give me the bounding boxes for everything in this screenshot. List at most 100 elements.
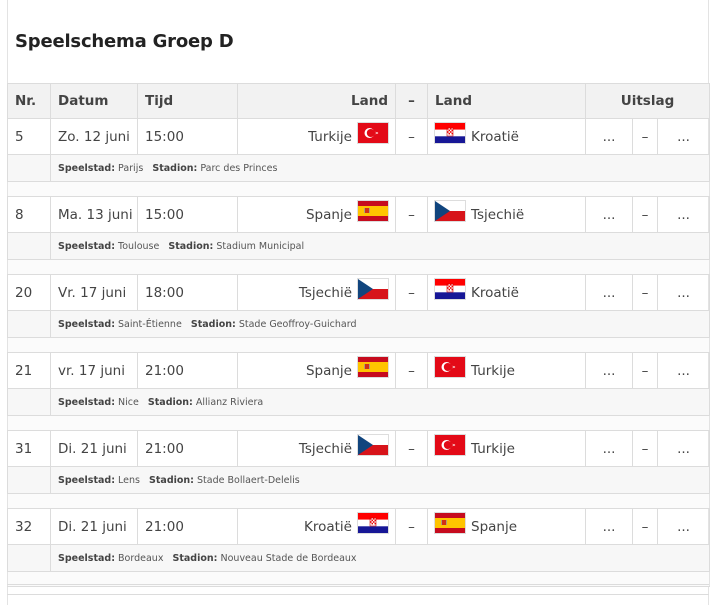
away-team-cell: Spanje (427, 508, 586, 545)
table-bottom-line (7, 594, 709, 595)
spacer-cell (7, 181, 710, 197)
czech-flag-icon (358, 434, 388, 455)
venue-cell: Speelstad: Nice Stadion: Allianz Riviera (50, 388, 710, 416)
match-row: 21 vr. 17 juni 21:00 Spanje – Turkije... –... (7, 352, 710, 389)
score-home: ... (585, 352, 633, 389)
match-dash: – (395, 118, 428, 155)
header-dash: – (395, 83, 428, 119)
match-row: 31 Di. 21 juni 21:00 Tsjechië – Turkije... –..… (7, 430, 710, 467)
score-separator: – (632, 274, 658, 311)
stadion-value: Stade Bollaert-Delelis (197, 474, 300, 486)
turkey-flag-icon (435, 434, 465, 455)
spacer-row (7, 415, 710, 431)
spacer-cell (7, 259, 710, 275)
away-team-name: Spanje (471, 518, 518, 535)
score-away: ... (657, 352, 710, 389)
match-nr: 8 (7, 196, 51, 233)
venue-spacer-cell (7, 310, 51, 338)
speelstad-label: Speelstad: (58, 318, 115, 330)
score-away: ... (657, 430, 710, 467)
venue-cell: Speelstad: Lens Stadion: Stade Bollaert-… (50, 466, 710, 494)
croatia-flag-icon (358, 512, 388, 533)
match-tijd: 21:00 (137, 352, 238, 389)
turkey-flag-icon (358, 122, 388, 143)
header-land-away: Land (427, 83, 586, 119)
score-home: ... (585, 430, 633, 467)
score-separator: – (632, 430, 658, 467)
match-row: 20 Vr. 17 juni 18:00 Tsjechië – Kroatië... –..… (7, 274, 710, 311)
score-away: ... (657, 118, 710, 155)
spain-flag-icon (358, 356, 388, 377)
away-team-cell: Kroatië (427, 118, 586, 155)
spain-flag-icon (358, 200, 388, 221)
venue-spacer-cell (7, 154, 51, 182)
header-tijd: Tijd (137, 83, 238, 119)
stadion-label: Stadion: (152, 162, 198, 174)
match-datum: Zo. 12 juni (50, 118, 138, 155)
score-home: ... (585, 118, 633, 155)
croatia-flag-icon (435, 278, 465, 299)
spain-flag-icon (435, 512, 465, 533)
stadion-label: Stadion: (168, 240, 214, 252)
czech-flag-icon (435, 200, 465, 221)
venue-row: Speelstad: Toulouse Stadion: Stadium Mun… (7, 232, 710, 260)
home-team-cell: Spanje (237, 196, 396, 233)
away-team-name: Turkije (471, 440, 515, 457)
page-title: Speelschema Groep D (15, 31, 234, 52)
score-home: ... (585, 508, 633, 545)
spacer-row (7, 181, 710, 197)
match-row: 32 Di. 21 juni 21:00 Kroatië – Spanje... –... (7, 508, 710, 545)
home-team-cell: Turkije (237, 118, 396, 155)
home-team-name: Spanje (305, 362, 352, 379)
away-team-name: Kroatië (471, 284, 519, 301)
venue-spacer-cell (7, 232, 51, 260)
venue-spacer-cell (7, 388, 51, 416)
stadion-label: Stadion: (149, 474, 194, 486)
header-uitslag: Uitslag (585, 83, 710, 119)
match-row: 8 Ma. 13 juni 15:00 Spanje – Tsjechië... –... (7, 196, 710, 233)
stadion-label: Stadion: (190, 318, 236, 330)
header-nr: Nr. (7, 83, 51, 119)
stadion-value: Stadium Municipal (216, 240, 305, 252)
spacer-row (7, 259, 710, 275)
speelstad-value: Lens (118, 474, 140, 486)
score-home: ... (585, 274, 633, 311)
venue-row: Speelstad: Lens Stadion: Stade Bollaert-… (7, 466, 710, 494)
stadion-label: Stadion: (172, 552, 218, 564)
away-team-cell: Kroatië (427, 274, 586, 311)
stadion-value: Parc des Princes (200, 162, 278, 174)
match-datum: Di. 21 juni (50, 508, 138, 545)
match-tijd: 21:00 (137, 508, 238, 545)
speelstad-value: Bordeaux (118, 552, 164, 564)
match-nr: 31 (7, 430, 51, 467)
home-team-name: Tsjechië (298, 440, 352, 457)
stadion-label: Stadion: (147, 396, 193, 408)
match-dash: – (395, 196, 428, 233)
score-away: ... (657, 274, 710, 311)
away-team-cell: Tsjechië (427, 196, 586, 233)
stadion-value: Nouveau Stade de Bordeaux (220, 552, 357, 564)
venue-cell: Speelstad: Toulouse Stadion: Stadium Mun… (50, 232, 710, 260)
home-team-cell: Tsjechië (237, 274, 396, 311)
venue-spacer-cell (7, 544, 51, 572)
czech-flag-icon (358, 278, 388, 299)
stadion-value: Allianz Riviera (195, 396, 264, 408)
match-nr: 32 (7, 508, 51, 545)
match-datum: Vr. 17 juni (50, 274, 138, 311)
venue-cell: Speelstad: Bordeaux Stadion: Nouveau Sta… (50, 544, 710, 572)
spacer-cell (7, 415, 710, 431)
home-team-name: Tsjechië (298, 284, 352, 301)
match-dash: – (395, 352, 428, 389)
venue-row: Speelstad: Parijs Stadion: Parc des Prin… (7, 154, 710, 182)
speelstad-label: Speelstad: (58, 552, 115, 564)
score-away: ... (657, 508, 710, 545)
venue-cell: Speelstad: Saint-Étienne Stadion: Stade … (50, 310, 710, 338)
home-team-name: Spanje (305, 206, 352, 223)
stadion-value: Stade Geoffroy-Guichard (238, 318, 357, 330)
score-separator: – (632, 196, 658, 233)
away-team-name: Tsjechië (471, 206, 525, 223)
match-nr: 21 (7, 352, 51, 389)
match-datum: vr. 17 juni (50, 352, 138, 389)
match-tijd: 15:00 (137, 118, 238, 155)
speelstad-value: Parijs (118, 162, 144, 174)
